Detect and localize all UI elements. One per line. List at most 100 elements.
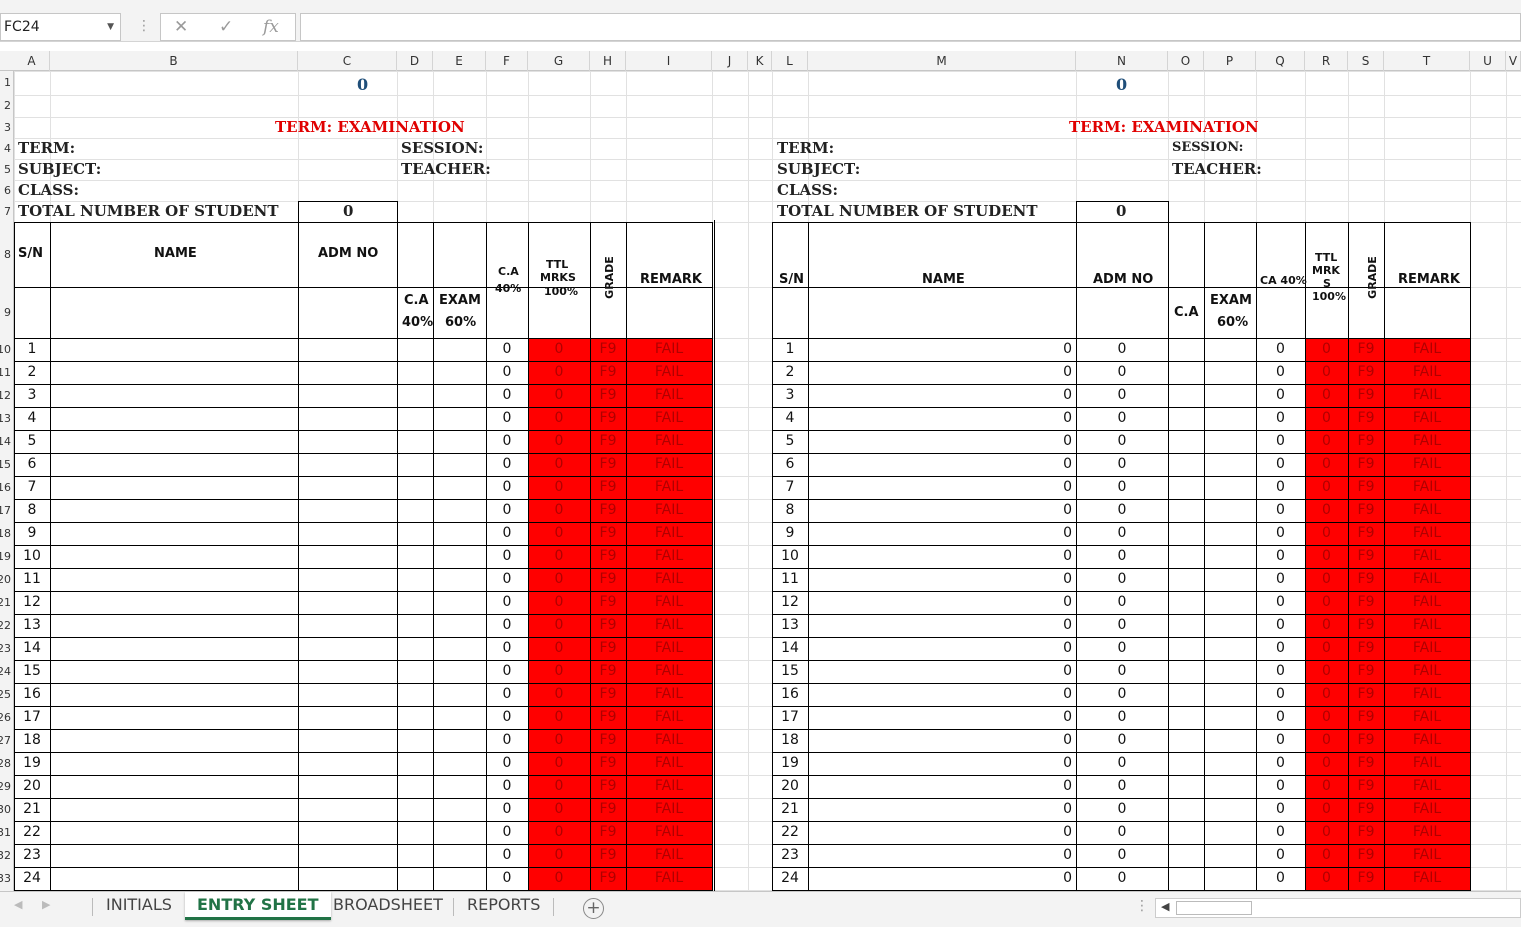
right-remark-cell[interactable]: FAIL xyxy=(1384,640,1470,656)
left-remark-cell[interactable]: FAIL xyxy=(626,801,712,817)
add-sheet-icon[interactable]: + xyxy=(583,898,604,919)
left-ca-cell[interactable]: 0 xyxy=(486,594,528,610)
right-adm-cell[interactable]: 0 xyxy=(1076,387,1168,403)
right-adm-cell[interactable]: 0 xyxy=(1076,502,1168,518)
left-sn-cell[interactable]: 10 xyxy=(14,548,50,564)
right-ca-cell[interactable]: 0 xyxy=(1256,755,1305,771)
left-grade-cell[interactable]: F9 xyxy=(590,824,626,840)
right-total-cell[interactable]: 0 xyxy=(1305,640,1348,656)
right-name-cell[interactable]: 0 xyxy=(808,778,1072,794)
right-total-cell[interactable]: 0 xyxy=(1305,548,1348,564)
right-remark-cell[interactable]: FAIL xyxy=(1384,548,1470,564)
column-header-s[interactable]: S xyxy=(1348,51,1384,71)
right-ca-cell[interactable]: 0 xyxy=(1256,341,1305,357)
left-sn-cell[interactable]: 23 xyxy=(14,847,50,863)
right-ca-cell[interactable]: 0 xyxy=(1256,387,1305,403)
right-name-cell[interactable]: 0 xyxy=(808,709,1072,725)
left-remark-cell[interactable]: FAIL xyxy=(626,824,712,840)
left-grade-cell[interactable]: F9 xyxy=(590,594,626,610)
left-sn-cell[interactable]: 21 xyxy=(14,801,50,817)
left-total-cell[interactable]: 0 xyxy=(528,709,590,725)
right-ca-cell[interactable]: 0 xyxy=(1256,640,1305,656)
right-remark-cell[interactable]: FAIL xyxy=(1384,801,1470,817)
right-sn-cell[interactable]: 2 xyxy=(772,364,808,380)
right-ca-cell[interactable]: 0 xyxy=(1256,410,1305,426)
row-header-9[interactable]: 9 xyxy=(4,306,11,319)
right-adm-cell[interactable]: 0 xyxy=(1076,686,1168,702)
left-sn-cell[interactable]: 14 xyxy=(14,640,50,656)
right-total-cell[interactable]: 0 xyxy=(1305,433,1348,449)
left-total-cell[interactable]: 0 xyxy=(528,502,590,518)
right-total-cell[interactable]: 0 xyxy=(1305,801,1348,817)
left-sn-cell[interactable]: 16 xyxy=(14,686,50,702)
column-header-v[interactable]: V xyxy=(1506,51,1521,71)
left-sn-cell[interactable]: 11 xyxy=(14,571,50,587)
left-total-cell[interactable]: 0 xyxy=(528,387,590,403)
right-total-cell[interactable]: 0 xyxy=(1305,594,1348,610)
right-name-cell[interactable]: 0 xyxy=(808,410,1072,426)
cancel-icon[interactable]: ✕ xyxy=(174,17,188,37)
right-total-cell[interactable]: 0 xyxy=(1305,617,1348,633)
row-header-8[interactable]: 8 xyxy=(4,248,11,261)
left-ca-cell[interactable]: 0 xyxy=(486,732,528,748)
right-sn-cell[interactable]: 15 xyxy=(772,663,808,679)
left-remark-cell[interactable]: FAIL xyxy=(626,755,712,771)
left-grade-cell[interactable]: F9 xyxy=(590,502,626,518)
right-name-cell[interactable]: 0 xyxy=(808,479,1072,495)
left-total-cell[interactable]: 0 xyxy=(528,801,590,817)
column-header-m[interactable]: M xyxy=(808,51,1076,71)
right-sn-cell[interactable]: 4 xyxy=(772,410,808,426)
left-remark-cell[interactable]: FAIL xyxy=(626,433,712,449)
left-grade-cell[interactable]: F9 xyxy=(590,640,626,656)
left-ca-cell[interactable]: 0 xyxy=(486,778,528,794)
right-adm-cell[interactable]: 0 xyxy=(1076,571,1168,587)
right-ca-cell[interactable]: 0 xyxy=(1256,778,1305,794)
column-header-o[interactable]: O xyxy=(1168,51,1204,71)
right-ca-cell[interactable]: 0 xyxy=(1256,663,1305,679)
left-total-cell[interactable]: 0 xyxy=(528,456,590,472)
right-remark-cell[interactable]: FAIL xyxy=(1384,824,1470,840)
left-grade-cell[interactable]: F9 xyxy=(590,617,626,633)
left-sn-cell[interactable]: 15 xyxy=(14,663,50,679)
left-total-cell[interactable]: 0 xyxy=(528,617,590,633)
left-ca-cell[interactable]: 0 xyxy=(486,709,528,725)
left-ca-cell[interactable]: 0 xyxy=(486,617,528,633)
left-sn-cell[interactable]: 2 xyxy=(14,364,50,380)
right-total-cell[interactable]: 0 xyxy=(1305,686,1348,702)
right-name-cell[interactable]: 0 xyxy=(808,387,1072,403)
right-sn-cell[interactable]: 24 xyxy=(772,870,808,886)
right-total-cell[interactable]: 0 xyxy=(1305,870,1348,886)
right-name-cell[interactable]: 0 xyxy=(808,870,1072,886)
row-header-3[interactable]: 3 xyxy=(4,121,11,134)
right-remark-cell[interactable]: FAIL xyxy=(1384,525,1470,541)
right-total-cell[interactable]: 0 xyxy=(1305,755,1348,771)
right-sn-cell[interactable]: 22 xyxy=(772,824,808,840)
left-remark-cell[interactable]: FAIL xyxy=(626,686,712,702)
right-ca-cell[interactable]: 0 xyxy=(1256,732,1305,748)
left-grade-cell[interactable]: F9 xyxy=(590,732,626,748)
right-grade-cell[interactable]: F9 xyxy=(1348,502,1384,518)
right-sn-cell[interactable]: 23 xyxy=(772,847,808,863)
right-grade-cell[interactable]: F9 xyxy=(1348,479,1384,495)
left-remark-cell[interactable]: FAIL xyxy=(626,847,712,863)
right-sn-cell[interactable]: 12 xyxy=(772,594,808,610)
right-ca-cell[interactable]: 0 xyxy=(1256,686,1305,702)
left-ca-cell[interactable]: 0 xyxy=(486,502,528,518)
right-grade-cell[interactable]: F9 xyxy=(1348,617,1384,633)
right-sn-cell[interactable]: 21 xyxy=(772,801,808,817)
right-remark-cell[interactable]: FAIL xyxy=(1384,617,1470,633)
left-sn-cell[interactable]: 20 xyxy=(14,778,50,794)
column-header-b[interactable]: B xyxy=(50,51,298,71)
right-adm-cell[interactable]: 0 xyxy=(1076,709,1168,725)
right-remark-cell[interactable]: FAIL xyxy=(1384,847,1470,863)
row-header-6[interactable]: 6 xyxy=(4,184,11,197)
right-ca-cell[interactable]: 0 xyxy=(1256,709,1305,725)
left-remark-cell[interactable]: FAIL xyxy=(626,456,712,472)
column-header-a[interactable]: A xyxy=(14,51,50,71)
left-total-cell[interactable]: 0 xyxy=(528,571,590,587)
row-header-4[interactable]: 4 xyxy=(4,142,11,155)
right-name-cell[interactable]: 0 xyxy=(808,571,1072,587)
row-header-15[interactable]: 15 xyxy=(0,458,11,471)
left-total-cell[interactable]: 0 xyxy=(528,755,590,771)
right-grade-cell[interactable]: F9 xyxy=(1348,778,1384,794)
